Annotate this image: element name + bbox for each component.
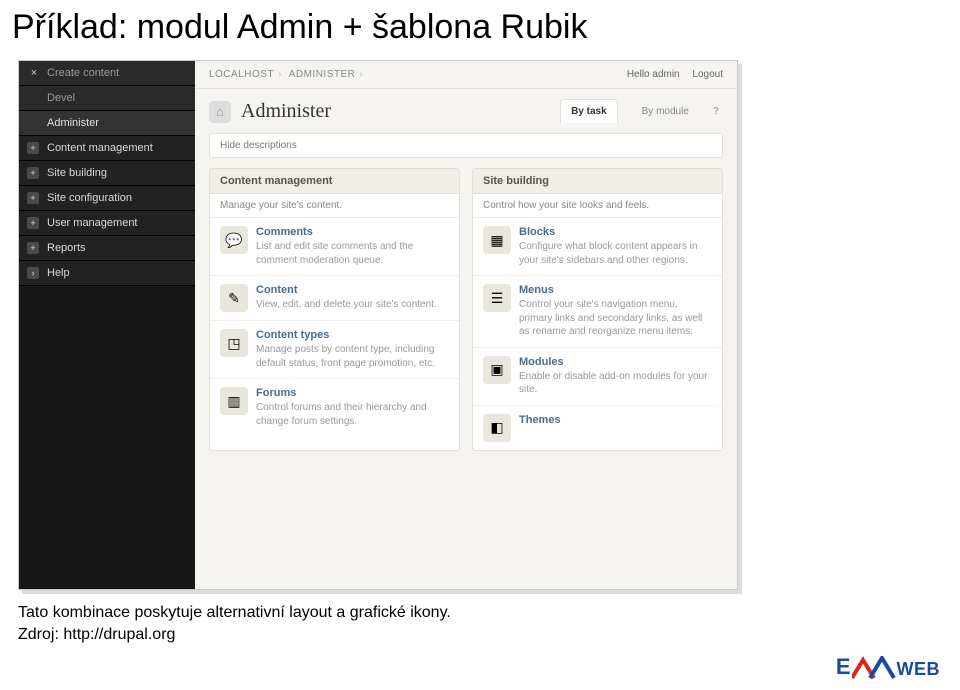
sidebar-item-label: Devel xyxy=(47,92,75,104)
panel-content-management: Content management Manage your site's co… xyxy=(209,168,460,451)
panel-site-building: Site building Control how your site look… xyxy=(472,168,723,451)
sidebar-item-label: Help xyxy=(47,267,70,279)
sub-tabs: By task By module ? xyxy=(560,99,723,123)
sidebar-item-create-content[interactable]: × Create content xyxy=(19,61,195,86)
slide-caption: Tato kombinace poskytuje alternativní la… xyxy=(18,602,451,645)
sidebar-item-label: Site configuration xyxy=(47,192,132,204)
theme-icon: ◧ xyxy=(483,414,511,442)
main-area: LOCALHOST› ADMINISTER› Hello admin Logou… xyxy=(195,61,737,589)
panel-item-comments[interactable]: 💬 CommentsList and edit site comments an… xyxy=(210,218,459,276)
menu-icon: ☰ xyxy=(483,284,511,312)
tab-by-module[interactable]: By module xyxy=(632,100,699,123)
page-title: Administer xyxy=(241,100,331,123)
sidebar-item-label: Reports xyxy=(47,242,86,254)
slide-title: Příklad: modul Admin + šablona Rubik xyxy=(0,0,960,55)
sidebar-item-reports[interactable]: + Reports xyxy=(19,236,195,261)
panel-item-menus[interactable]: ☰ MenusControl your site's navigation me… xyxy=(473,276,722,348)
sidebar: × Create content Devel Administer + Cont… xyxy=(19,61,195,589)
plus-icon: + xyxy=(27,242,39,254)
close-icon[interactable]: × xyxy=(27,67,41,79)
sidebar-item-site-configuration[interactable]: + Site configuration xyxy=(19,186,195,211)
plus-icon: + xyxy=(27,167,39,179)
module-icon: ▣ xyxy=(483,356,511,384)
sidebar-item-label: Administer xyxy=(47,117,99,129)
help-icon[interactable]: ? xyxy=(713,106,719,117)
home-icon[interactable]: ⌂ xyxy=(209,101,231,123)
pencil-icon: ✎ xyxy=(220,284,248,312)
top-bar: LOCALHOST› ADMINISTER› Hello admin Logou… xyxy=(195,61,737,89)
emaweb-logo: E WEB xyxy=(836,654,940,680)
plus-icon: + xyxy=(27,192,39,204)
panel-title: Content management xyxy=(210,169,459,194)
sidebar-item-user-management[interactable]: + User management xyxy=(19,211,195,236)
panel-item-content-types[interactable]: ◳ Content typesManage posts by content t… xyxy=(210,321,459,379)
panel-item-content[interactable]: ✎ ContentView, edit, and delete your sit… xyxy=(210,276,459,321)
panel-item-modules[interactable]: ▣ ModulesEnable or disable add-on module… xyxy=(473,348,722,406)
sidebar-item-label: User management xyxy=(47,217,138,229)
sidebar-item-content-management[interactable]: + Content management xyxy=(19,136,195,161)
panel-item-forums[interactable]: ▥ ForumsControl forums and their hierarc… xyxy=(210,379,459,436)
panel-subtitle: Manage your site's content. xyxy=(210,194,459,218)
comment-icon: 💬 xyxy=(220,226,248,254)
breadcrumb: LOCALHOST› ADMINISTER› xyxy=(209,69,367,80)
panel-item-blocks[interactable]: ▦ BlocksConfigure what block content app… xyxy=(473,218,722,276)
panel-subtitle: Control how your site looks and feels. xyxy=(473,194,722,218)
sidebar-item-administer[interactable]: Administer xyxy=(19,111,195,136)
hide-descriptions-toggle[interactable]: Hide descriptions xyxy=(209,133,723,158)
panel-title: Site building xyxy=(473,169,722,194)
sidebar-item-label: Site building xyxy=(47,167,107,179)
sidebar-item-label: Content management xyxy=(47,142,153,154)
sidebar-item-devel[interactable]: Devel xyxy=(19,86,195,111)
tab-by-task[interactable]: By task xyxy=(560,99,618,123)
sidebar-item-site-building[interactable]: + Site building xyxy=(19,161,195,186)
sidebar-item-label: Create content xyxy=(47,67,119,79)
chevron-right-icon: › xyxy=(27,267,39,279)
sidebar-item-help[interactable]: › Help xyxy=(19,261,195,286)
panel-item-themes[interactable]: ◧ Themes xyxy=(473,406,722,450)
forum-icon: ▥ xyxy=(220,387,248,415)
node-icon: ◳ xyxy=(220,329,248,357)
logout-link[interactable]: Logout xyxy=(692,69,723,80)
plus-icon: + xyxy=(27,142,39,154)
screenshot: × Create content Devel Administer + Cont… xyxy=(18,60,738,590)
plus-icon: + xyxy=(27,217,39,229)
greeting: Hello admin xyxy=(627,69,680,80)
block-icon: ▦ xyxy=(483,226,511,254)
